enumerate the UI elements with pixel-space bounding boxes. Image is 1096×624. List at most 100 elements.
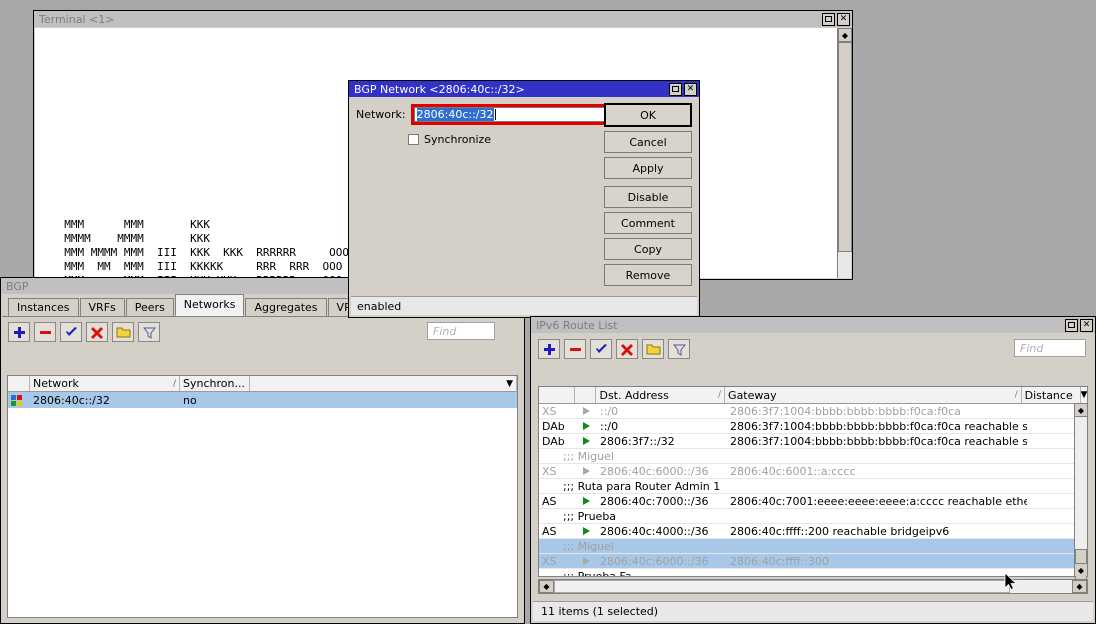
cell-network: 2806:40c::/32 — [30, 392, 180, 408]
dialog-status-bar: enabled — [351, 296, 697, 315]
col-menu[interactable]: ▼ — [1081, 387, 1087, 403]
col-dst-address[interactable]: Dst. Address / — [596, 387, 725, 403]
route-active-icon — [575, 524, 597, 538]
scroll-down-icon[interactable]: ◆ — [1075, 563, 1087, 576]
route-row[interactable]: AS2806:40c:7000::/362806:40c:7001:eeee:e… — [539, 494, 1087, 509]
route-row[interactable]: XS2806:40c:6000::/362806:40c:6001::a:ccc… — [539, 464, 1087, 479]
comment-button[interactable] — [112, 322, 134, 342]
enable-button[interactable] — [60, 322, 82, 342]
routes-vertical-scrollbar[interactable]: ◆ ◆ — [1074, 403, 1088, 577]
network-input[interactable]: 2806:40c::/32 — [414, 107, 609, 122]
route-row[interactable]: AS2806:40c:4000::/362806:40c:ffff::200 r… — [539, 524, 1087, 539]
route-comment-row[interactable]: ;;; Miguel — [539, 539, 1087, 554]
terminal-title: Terminal <1> — [39, 13, 822, 26]
filter-button[interactable] — [138, 322, 160, 342]
bgp-window[interactable]: BGP Instances VRFs Peers Networks Aggreg… — [0, 277, 525, 624]
tab-networks[interactable]: Networks — [175, 294, 245, 316]
col-distance[interactable]: Distance — [1022, 387, 1081, 403]
scroll-right-icon[interactable]: ◆ — [1072, 580, 1087, 593]
sort-icon: / — [718, 390, 721, 400]
chevron-down-icon[interactable]: ▼ — [1081, 390, 1087, 400]
scroll-thumb[interactable] — [838, 42, 852, 252]
cell-flags: AS — [539, 494, 575, 508]
col-flags[interactable] — [539, 387, 575, 403]
cell-synchronize: no — [180, 392, 250, 408]
network-label: Network: — [356, 108, 406, 121]
close-icon[interactable]: ✕ — [1080, 319, 1093, 332]
col-gateway[interactable]: Gateway / — [725, 387, 1022, 403]
remove-button[interactable]: Remove — [604, 264, 692, 286]
tab-aggregates[interactable]: Aggregates — [245, 298, 326, 316]
route-comment-row[interactable]: ;;; Ruta para Router Admin 1 — [539, 479, 1087, 494]
cell-flags: XS — [539, 554, 575, 568]
enable-button[interactable] — [590, 339, 612, 359]
comment-button[interactable] — [642, 339, 664, 359]
remove-button[interactable] — [564, 339, 586, 359]
routes-toolbar[interactable]: Find — [532, 334, 1094, 363]
col-icon[interactable] — [8, 376, 30, 391]
disable-button[interactable] — [86, 322, 108, 342]
table-row[interactable]: 2806:40c::/32 no — [8, 392, 517, 408]
cell-gateway: 2806:3f7:1004:bbbb:bbbb:bbbb:f0ca:f0ca r… — [727, 419, 1027, 433]
dialog-titlebar[interactable]: BGP Network <2806:40c::/32> ✕ — [349, 81, 699, 97]
disable-button[interactable] — [616, 339, 638, 359]
bgp-network-dialog[interactable]: BGP Network <2806:40c::/32> ✕ Network: 2… — [348, 80, 700, 318]
route-row[interactable]: DAb::/02806:3f7:1004:bbbb:bbbb:bbbb:f0ca… — [539, 419, 1087, 434]
routes-table[interactable]: Dst. Address / Gateway / Distance ▼ XS::… — [538, 386, 1088, 577]
col-synchronize[interactable]: Synchron... — [180, 376, 250, 391]
routes-status-bar: 11 items (1 selected) — [533, 601, 1093, 621]
col-arrow[interactable] — [575, 387, 597, 403]
scroll-thumb[interactable] — [554, 580, 1010, 593]
col-network[interactable]: Network/ — [30, 376, 180, 391]
terminal-titlebar[interactable]: Terminal <1> ✕ — [34, 11, 852, 27]
cell-dst-address: 2806:40c:7000::/36 — [597, 494, 727, 508]
apply-button[interactable]: Apply — [604, 157, 692, 179]
route-active-icon — [575, 554, 597, 568]
route-comment-row[interactable]: ;;; Miguel — [539, 449, 1087, 464]
bgp-toolbar[interactable]: Find — [2, 317, 523, 346]
comment-button[interactable]: Comment — [604, 212, 692, 234]
route-row[interactable]: DAb2806:3f7::/322806:3f7:1004:bbbb:bbbb:… — [539, 434, 1087, 449]
synchronize-checkbox[interactable] — [408, 134, 419, 145]
cell-gateway: 2806:3f7:1004:bbbb:bbbb:bbbb:f0ca:f0ca — [727, 404, 1027, 418]
route-active-icon — [575, 434, 597, 448]
route-comment-row[interactable]: ;;; Prueba — [539, 509, 1087, 524]
cell-flags: XS — [539, 464, 575, 478]
add-button[interactable] — [538, 339, 560, 359]
search-input[interactable]: Find — [427, 322, 495, 340]
maximize-icon[interactable] — [669, 83, 682, 96]
filter-button[interactable] — [668, 339, 690, 359]
close-icon[interactable]: ✕ — [837, 13, 850, 26]
routes-rows: XS::/02806:3f7:1004:bbbb:bbbb:bbbb:f0ca:… — [539, 404, 1087, 577]
cell-empty — [250, 392, 517, 408]
synchronize-row[interactable]: Synchronize — [350, 125, 598, 146]
cancel-button[interactable]: Cancel — [604, 131, 692, 153]
mouse-cursor — [1004, 572, 1017, 591]
route-row[interactable]: XS::/02806:3f7:1004:bbbb:bbbb:bbbb:f0ca:… — [539, 404, 1087, 419]
routes-titlebar[interactable]: IPv6 Route List ✕ — [531, 317, 1095, 333]
cell-dst-address: 2806:40c:4000::/36 — [597, 524, 727, 538]
route-active-icon — [575, 494, 597, 508]
chevron-down-icon[interactable]: ▼ — [506, 379, 513, 389]
tab-vrfs[interactable]: VRFs — [80, 298, 125, 316]
bgp-networks-table[interactable]: Network/ Synchron... ▼ 2806:40c::/32 no — [7, 375, 518, 618]
tab-peers[interactable]: Peers — [126, 298, 174, 316]
tab-instances[interactable]: Instances — [8, 298, 79, 316]
ok-button[interactable]: OK — [604, 103, 692, 127]
remove-button[interactable] — [34, 322, 56, 342]
maximize-icon[interactable] — [822, 13, 835, 26]
sort-icon: / — [1015, 390, 1018, 400]
search-input[interactable]: Find — [1014, 339, 1086, 357]
close-icon[interactable]: ✕ — [684, 83, 697, 96]
scroll-up-icon[interactable]: ◆ — [1075, 404, 1087, 417]
disable-button[interactable]: Disable — [604, 186, 692, 208]
maximize-icon[interactable] — [1065, 319, 1078, 332]
col-menu[interactable]: ▼ — [250, 376, 517, 391]
scroll-up-icon[interactable]: ◆ — [838, 28, 852, 42]
mikrotik-banner: MMM MMM KKK MMMM MMMM KKK MMM MMMM MMM I… — [51, 218, 349, 278]
add-button[interactable] — [8, 322, 30, 342]
route-row[interactable]: XS2806:40c:6000::/362806:40c:ffff::300 — [539, 554, 1087, 569]
scroll-left-icon[interactable]: ◆ — [539, 580, 554, 593]
copy-button[interactable]: Copy — [604, 238, 692, 260]
terminal-scrollbar[interactable]: ◆ — [837, 28, 851, 278]
